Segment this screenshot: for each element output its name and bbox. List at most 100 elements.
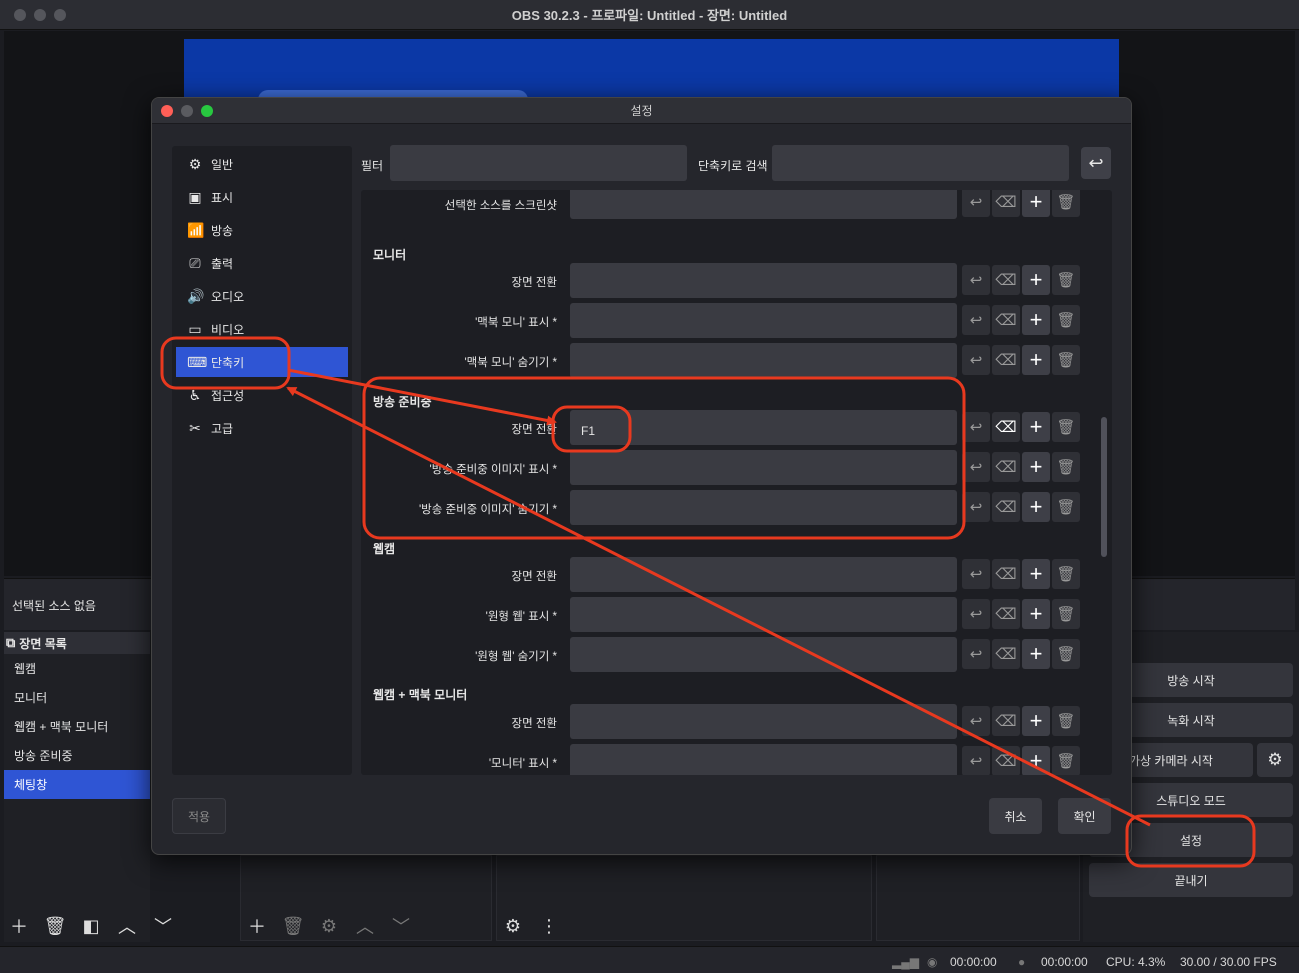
trash-icon[interactable]: 🗑 xyxy=(1052,492,1080,522)
revert-icon[interactable]: ↩ xyxy=(962,265,990,295)
trash-icon[interactable]: 🗑 xyxy=(1052,190,1080,217)
mixer-menu-button[interactable]: ⋮ xyxy=(536,913,562,939)
mixer-settings-button[interactable]: ⚙ xyxy=(500,913,526,939)
trash-icon[interactable]: 🗑 xyxy=(1052,412,1080,442)
clear-icon[interactable]: ⌫ xyxy=(992,305,1020,335)
add-icon[interactable]: + xyxy=(1022,412,1050,442)
revert-icon[interactable]: ↩ xyxy=(962,190,990,217)
hotkey-input[interactable]: F1 xyxy=(570,410,957,445)
remove-scene-button[interactable]: 🗑 xyxy=(42,913,68,939)
revert-icon[interactable]: ↩ xyxy=(962,559,990,589)
add-icon[interactable]: + xyxy=(1022,452,1050,482)
remove-source-button[interactable]: 🗑 xyxy=(280,913,306,939)
cancel-button[interactable]: 취소 xyxy=(989,798,1042,834)
dialog-zoom-button[interactable] xyxy=(201,105,213,117)
scene-filters-button[interactable]: ◧ xyxy=(78,913,104,939)
sidebar-item-general[interactable]: ⚙ 일반 xyxy=(176,149,348,179)
clear-icon[interactable]: ⌫ xyxy=(992,452,1020,482)
exit-button[interactable]: 끝내기 xyxy=(1089,863,1293,897)
trash-icon[interactable]: 🗑 xyxy=(1052,265,1080,295)
trash-icon[interactable]: 🗑 xyxy=(1052,305,1080,335)
scene-item-selected[interactable]: 체팅창 xyxy=(4,770,150,799)
add-icon[interactable]: + xyxy=(1022,706,1050,736)
sidebar-item-output[interactable]: ⎚ 출력 xyxy=(176,248,348,278)
add-icon[interactable]: + xyxy=(1022,559,1050,589)
clear-icon[interactable]: ⌫ xyxy=(992,265,1020,295)
revert-icon[interactable]: ↩ xyxy=(962,746,990,775)
dialog-minimize-button[interactable] xyxy=(181,105,193,117)
add-icon[interactable]: + xyxy=(1022,265,1050,295)
source-properties-button[interactable]: ⚙ xyxy=(316,913,342,939)
trash-icon[interactable]: 🗑 xyxy=(1052,599,1080,629)
hotkey-list-scrollbar[interactable] xyxy=(1101,190,1107,775)
hotkey-input[interactable] xyxy=(570,263,957,298)
sidebar-item-video[interactable]: ▭ 비디오 xyxy=(176,314,348,344)
apply-button[interactable]: 적용 xyxy=(172,798,226,834)
trash-icon[interactable]: 🗑 xyxy=(1052,452,1080,482)
source-up-button[interactable]: ︿ xyxy=(352,913,378,939)
clear-icon[interactable]: ⌫ xyxy=(992,345,1020,375)
revert-icon[interactable]: ↩ xyxy=(962,639,990,669)
add-icon[interactable]: + xyxy=(1022,345,1050,375)
clear-icon[interactable]: ⌫ xyxy=(992,599,1020,629)
revert-icon[interactable]: ↩ xyxy=(962,412,990,442)
hotkey-input[interactable] xyxy=(570,744,957,775)
close-window-button[interactable] xyxy=(14,9,26,21)
sidebar-item-display[interactable]: ▣ 표시 xyxy=(176,182,348,212)
hotkey-input[interactable] xyxy=(570,557,957,592)
scene-item[interactable]: 방송 준비중 xyxy=(4,741,150,770)
move-up-button[interactable]: ︿ xyxy=(114,913,140,939)
hotkey-input[interactable] xyxy=(570,597,957,632)
clear-icon[interactable]: ⌫ xyxy=(992,746,1020,775)
sidebar-item-stream[interactable]: 📶 방송 xyxy=(176,215,348,245)
hotkey-input[interactable] xyxy=(570,704,957,739)
hotkey-input[interactable] xyxy=(570,190,957,219)
clear-icon[interactable]: ⌫ xyxy=(992,559,1020,589)
revert-icon[interactable]: ↩ xyxy=(962,492,990,522)
revert-icon[interactable]: ↩ xyxy=(962,706,990,736)
revert-icon[interactable]: ↩ xyxy=(962,345,990,375)
scrollbar-thumb[interactable] xyxy=(1101,417,1107,557)
virtual-camera-gear-icon[interactable]: ⚙ xyxy=(1257,743,1293,777)
revert-icon[interactable]: ↩ xyxy=(962,305,990,335)
add-icon[interactable]: + xyxy=(1022,305,1050,335)
source-down-button[interactable]: ﹀ xyxy=(388,913,414,939)
trash-icon[interactable]: 🗑 xyxy=(1052,746,1080,775)
hotkey-search-input[interactable] xyxy=(772,145,1069,181)
hotkey-input[interactable] xyxy=(570,303,957,338)
trash-icon[interactable]: 🗑 xyxy=(1052,639,1080,669)
clear-icon[interactable]: ⌫ xyxy=(992,492,1020,522)
trash-icon[interactable]: 🗑 xyxy=(1052,559,1080,589)
revert-icon[interactable]: ↩ xyxy=(962,599,990,629)
revert-icon[interactable]: ↩ xyxy=(962,452,990,482)
hotkey-input[interactable] xyxy=(570,343,957,378)
hotkey-input[interactable] xyxy=(570,490,957,525)
scene-item[interactable]: 모니터 xyxy=(4,683,150,712)
clear-icon[interactable]: ⌫ xyxy=(992,639,1020,669)
reset-filter-button[interactable]: ↩ xyxy=(1081,147,1111,179)
scene-item[interactable]: 웹캠 + 맥북 모니터 xyxy=(4,712,150,741)
add-scene-button[interactable]: ＋ xyxy=(6,913,32,939)
zoom-window-button[interactable] xyxy=(54,9,66,21)
sidebar-item-accessibility[interactable]: ♿ 접근성 xyxy=(176,380,348,410)
trash-icon[interactable]: 🗑 xyxy=(1052,345,1080,375)
move-down-button[interactable]: ﹀ xyxy=(150,913,176,939)
ok-button[interactable]: 확인 xyxy=(1058,798,1111,834)
clear-icon[interactable]: ⌫ xyxy=(992,706,1020,736)
scene-item[interactable]: 웹캠 xyxy=(4,654,150,683)
clear-icon[interactable]: ⌫ xyxy=(992,412,1020,442)
add-icon[interactable]: + xyxy=(1022,746,1050,775)
filter-input[interactable] xyxy=(390,145,687,181)
minimize-window-button[interactable] xyxy=(34,9,46,21)
hotkey-input[interactable] xyxy=(570,450,957,485)
sidebar-item-hotkeys[interactable]: ⌨ 단축키 xyxy=(176,347,348,377)
add-icon[interactable]: + xyxy=(1022,492,1050,522)
sidebar-item-advanced[interactable]: ✂ 고급 xyxy=(176,413,348,443)
dialog-close-button[interactable] xyxy=(161,105,173,117)
add-icon[interactable]: + xyxy=(1022,190,1050,217)
hotkey-input[interactable] xyxy=(570,637,957,672)
add-icon[interactable]: + xyxy=(1022,639,1050,669)
add-icon[interactable]: + xyxy=(1022,599,1050,629)
clear-icon[interactable]: ⌫ xyxy=(992,190,1020,217)
add-source-button[interactable]: ＋ xyxy=(244,913,270,939)
